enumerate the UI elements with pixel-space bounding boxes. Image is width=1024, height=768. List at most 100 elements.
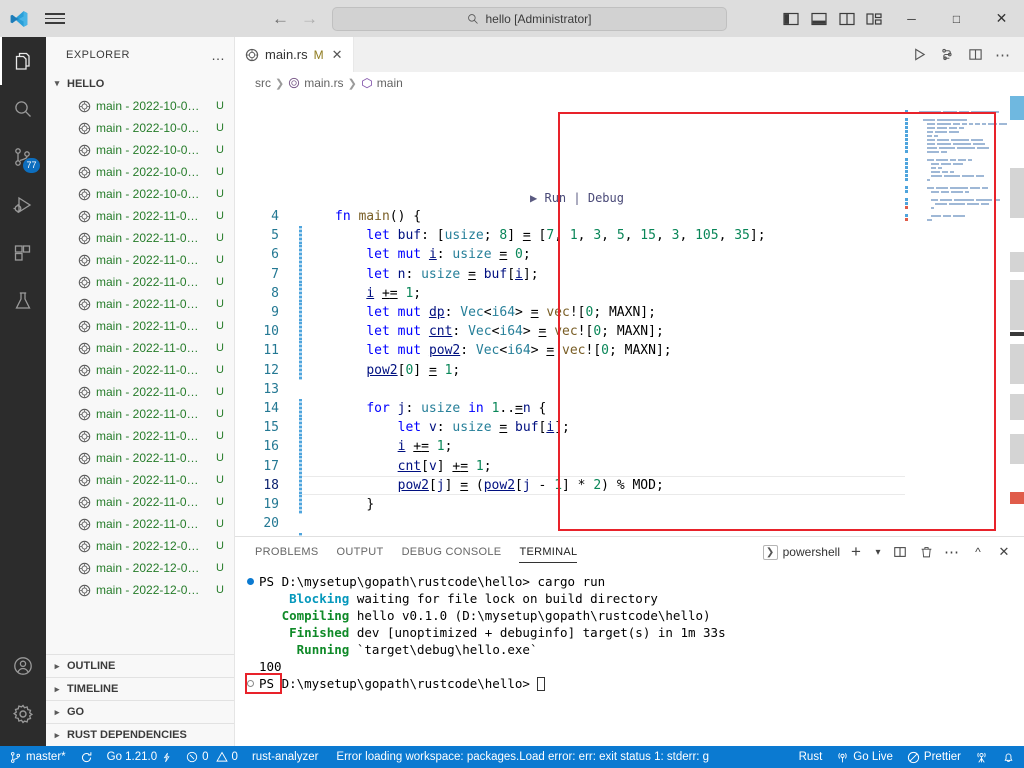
file-list-item[interactable]: main - 2022-12-0… U <box>46 535 234 557</box>
command-center[interactable]: hello [Administrator] <box>332 6 727 31</box>
forward-button[interactable]: → <box>301 10 318 27</box>
file-list-item[interactable]: main - 2022-10-0… U <box>46 117 234 139</box>
tab-close-icon[interactable]: ✕ <box>330 47 343 63</box>
sidebar-section-timeline[interactable]: ▸ TIMELINE <box>46 677 234 700</box>
file-list-item[interactable]: main - 2022-11-0… U <box>46 271 234 293</box>
editor-scrollbar[interactable] <box>1010 94 1024 536</box>
file-list-item[interactable]: main - 2022-10-0… U <box>46 95 234 117</box>
close-button[interactable]: ✕ <box>979 0 1024 37</box>
file-list-item[interactable]: main - 2022-11-0… U <box>46 293 234 315</box>
file-list-item[interactable]: main - 2022-12-0… U <box>46 579 234 601</box>
sidebar-folder-hello[interactable]: ▾ HELLO <box>46 72 234 95</box>
kill-terminal-icon[interactable] <box>916 541 936 563</box>
customize-layout-button[interactable] <box>861 0 889 37</box>
minimap-change-marker <box>905 150 908 153</box>
file-list-item[interactable]: main - 2022-11-0… U <box>46 491 234 513</box>
status-prettier[interactable]: Prettier <box>900 746 968 768</box>
toggle-primary-sidebar-button[interactable] <box>777 0 805 37</box>
terminal-output[interactable]: PS D:\mysetup\gopath\rustcode\hello> car… <box>235 567 1024 746</box>
status-notifications[interactable] <box>995 746 1022 768</box>
code-editor[interactable]: ▶ Run | Debug 4 fn main() {5 let buf: [us… <box>235 94 1024 536</box>
file-list-item[interactable]: main - 2022-11-0… U <box>46 469 234 491</box>
codelens-run-link[interactable]: Run <box>544 191 566 205</box>
minimap-line <box>905 146 1010 149</box>
status-branch[interactable]: master* <box>2 746 73 768</box>
status-sync[interactable] <box>73 746 100 768</box>
maximize-button[interactable]: □ <box>934 0 979 37</box>
panel-tab-debug-console[interactable]: DEBUG CONSOLE <box>402 537 502 567</box>
terminal-name: powershell <box>782 545 840 559</box>
codelens-run-icon[interactable]: ▶ <box>530 191 537 205</box>
file-status-badge: U <box>216 452 224 464</box>
panel-tab-problems[interactable]: PROBLEMS <box>255 537 319 567</box>
file-list-item[interactable]: main - 2022-10-0… U <box>46 139 234 161</box>
file-label: main - 2022-11-0… <box>96 341 199 355</box>
chevron-right-icon: ▸ <box>54 706 60 717</box>
codelens-debug-link[interactable]: Debug <box>588 191 624 205</box>
terminal-selector[interactable]: ❯ powershell <box>762 544 840 560</box>
minimap-line <box>905 154 1010 157</box>
minimize-button[interactable]: ─ <box>889 0 934 37</box>
terminal-dropdown-icon[interactable]: ▾ <box>872 541 884 563</box>
status-go-live[interactable]: Go Live <box>829 746 900 768</box>
panel-more-actions-icon[interactable]: ⋯ <box>942 541 962 563</box>
split-terminal-icon[interactable] <box>890 541 910 563</box>
sidebar-section-rust-dependencies[interactable]: ▸ RUST DEPENDENCIES <box>46 723 234 746</box>
file-list-item[interactable]: main - 2022-11-0… U <box>46 315 234 337</box>
close-panel-icon[interactable]: ✕ <box>994 541 1014 563</box>
status-workspace-error[interactable]: Error loading workspace: packages.Load e… <box>325 746 715 768</box>
terminal-line: PS D:\mysetup\gopath\rustcode\hello> <box>241 675 1024 692</box>
toggle-secondary-sidebar-button[interactable] <box>833 0 861 37</box>
status-remote-indicator[interactable] <box>968 746 995 768</box>
file-list-item[interactable]: main - 2022-11-0… U <box>46 425 234 447</box>
activitybar-item-run-and-debug[interactable] <box>0 181 46 229</box>
status-language-mode[interactable]: Rust <box>792 746 830 768</box>
file-list-item[interactable]: main - 2022-11-0… U <box>46 403 234 425</box>
file-label: main - 2022-11-0… <box>96 231 199 245</box>
file-list-item[interactable]: main - 2022-11-0… U <box>46 359 234 381</box>
file-list-item[interactable]: main - 2022-11-0… U <box>46 513 234 535</box>
panel-tab-output[interactable]: OUTPUT <box>337 537 384 567</box>
minimap[interactable] <box>905 94 1010 536</box>
file-list-item[interactable]: main - 2022-11-0… U <box>46 249 234 271</box>
tab-main-rs[interactable]: main.rs M ✕ <box>235 37 354 72</box>
file-list-item[interactable]: main - 2022-10-0… U <box>46 161 234 183</box>
file-list-item[interactable]: main - 2022-11-0… U <box>46 337 234 359</box>
breadcrumb-item-main-rs[interactable]: main.rs <box>288 76 344 90</box>
activitybar-item-settings[interactable] <box>0 690 46 738</box>
activitybar-item-source-control[interactable]: 77 <box>0 133 46 181</box>
file-list-item[interactable]: main - 2022-11-0… U <box>46 447 234 469</box>
maximize-panel-icon[interactable]: ^ <box>968 541 988 563</box>
toggle-panel-button[interactable] <box>805 0 833 37</box>
status-rust-analyzer[interactable]: rust-analyzer <box>245 746 325 768</box>
run-button[interactable] <box>906 42 932 68</box>
file-list-item[interactable]: main - 2022-11-0… U <box>46 205 234 227</box>
file-list-item[interactable]: main - 2022-10-0… U <box>46 183 234 205</box>
split-editor-icon[interactable] <box>962 42 988 68</box>
panel-tab-terminal[interactable]: TERMINAL <box>519 537 578 567</box>
back-button[interactable]: ← <box>272 10 289 27</box>
editor-more-actions-icon[interactable]: ⋯ <box>990 42 1016 68</box>
breadcrumb-item-main-symbol[interactable]: main <box>361 76 403 90</box>
status-problems[interactable]: 0 0 <box>179 746 245 768</box>
activitybar-item-testing[interactable] <box>0 277 46 325</box>
activitybar-item-extensions[interactable] <box>0 229 46 277</box>
file-list-item[interactable]: main - 2022-12-0… U <box>46 557 234 579</box>
hamburger-menu-icon[interactable] <box>38 10 72 27</box>
file-list-item[interactable]: main - 2022-11-0… U <box>46 381 234 403</box>
minimap-change-marker <box>905 206 908 209</box>
activitybar-item-accounts[interactable] <box>0 642 46 690</box>
sidebar-collapsed-sections: ▸ OUTLINE ▸ TIMELINE ▸ GO ▸ RUST DEPENDENCIES <box>46 654 234 746</box>
file-list-item[interactable]: main - 2022-11-0… U <box>46 227 234 249</box>
sidebar-section-go[interactable]: ▸ GO <box>46 700 234 723</box>
code-text: let mut dp: Vec<i64> = vec![0; MAXN]; <box>366 305 656 321</box>
split-toggle-icon[interactable] <box>934 42 960 68</box>
sidebar-section-outline[interactable]: ▸ OUTLINE <box>46 654 234 677</box>
activitybar-item-explorer[interactable] <box>0 37 46 85</box>
sidebar-more-actions-icon[interactable]: … <box>211 47 226 63</box>
breadcrumb-item-src[interactable]: src <box>255 76 271 90</box>
status-go-version[interactable]: Go 1.21.0 <box>100 746 180 768</box>
file-list[interactable]: main - 2022-10-0… Umain - 2022-10-0… Umain… <box>46 95 234 654</box>
activitybar-item-search[interactable] <box>0 85 46 133</box>
new-terminal-icon[interactable]: + <box>846 541 866 563</box>
